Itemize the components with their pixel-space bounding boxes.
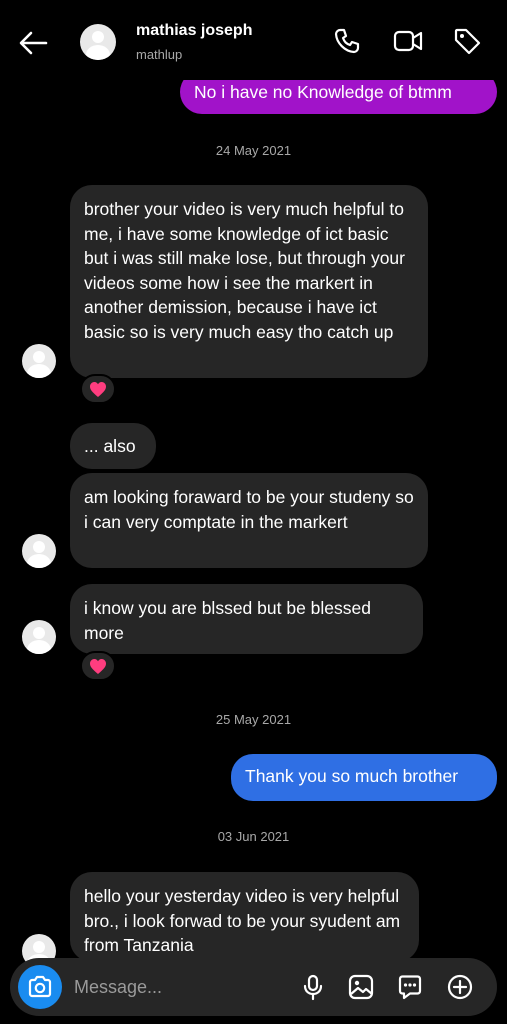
tag-icon[interactable]	[452, 26, 482, 56]
heart-reaction[interactable]	[80, 651, 116, 681]
outgoing-message[interactable]: Thank you so much brother	[231, 754, 497, 801]
incoming-message[interactable]: brother your video is very much helpful …	[70, 185, 428, 378]
incoming-message[interactable]: i know you are blssed but be blessed mor…	[70, 584, 423, 654]
sender-avatar	[22, 620, 56, 654]
message-input[interactable]	[74, 972, 274, 1002]
date-separator: 25 May 2021	[215, 712, 292, 727]
image-icon[interactable]	[347, 973, 375, 1001]
date-separator: 24 May 2021	[215, 143, 292, 158]
microphone-icon[interactable]	[299, 973, 327, 1001]
plus-circle-icon[interactable]	[446, 973, 474, 1001]
incoming-message[interactable]: am looking foraward to be your studeny s…	[70, 473, 428, 568]
date-separator: 03 Jun 2021	[217, 829, 290, 844]
heart-icon	[90, 381, 106, 397]
camera-icon	[28, 975, 52, 998]
phone-icon[interactable]	[332, 26, 362, 56]
incoming-message[interactable]: hello your yesterday video is very helpf…	[70, 872, 419, 962]
contact-name[interactable]: mathias joseph	[136, 22, 252, 40]
back-arrow-icon[interactable]	[16, 26, 52, 60]
camera-button[interactable]	[18, 965, 62, 1009]
contact-handle[interactable]: mathlup	[136, 47, 182, 62]
contact-avatar[interactable]	[80, 24, 116, 60]
heart-reaction[interactable]	[80, 374, 116, 404]
sender-avatar	[22, 344, 56, 378]
sender-avatar	[22, 534, 56, 568]
incoming-message[interactable]: ... also	[70, 423, 156, 469]
message-composer	[10, 958, 497, 1016]
chat-header: mathias joseph mathlup	[0, 0, 507, 80]
heart-icon	[90, 658, 106, 674]
video-camera-icon[interactable]	[393, 26, 423, 56]
chat-sticker-icon[interactable]	[396, 973, 424, 1001]
